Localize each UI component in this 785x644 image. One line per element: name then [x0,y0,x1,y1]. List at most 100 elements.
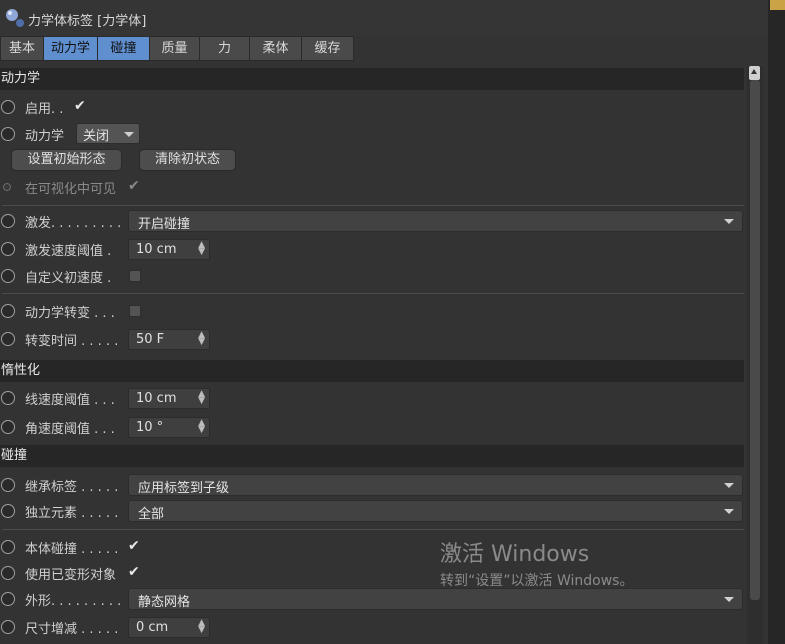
section-header-inertia: 惰性化 [0,360,744,382]
row-dynamics-mode: 动力学 关闭 [0,122,744,146]
row-shape: 外形. . . . . . . . . 静态网格 [0,587,744,611]
dynamics-label: 动力学 [25,129,65,144]
row-inherit-tag: 继承标签 . . . . . 应用标签到子级 [0,473,744,497]
spinner-arrows-icon[interactable]: ▲ ▼ [198,619,205,635]
angular-threshold-value: 10 ° [136,420,164,435]
dynamics-dropdown-value: 关闭 [83,129,110,144]
inherit-tag-dropdown[interactable]: 应用标签到子级 [128,474,743,496]
tab-bar: 基本 动力学 碰撞 质量 力 柔体 缓存 [0,36,354,61]
independent-elements-dropdown[interactable]: 全部 [128,500,743,522]
row-dynamics-transition: 动力学转变 . . . [0,299,744,323]
row-linear-threshold: 线速度阈值 . . . 10 cm ▲ ▼ [0,386,744,410]
size-increment-field[interactable]: 0 cm ▲ ▼ [128,617,210,638]
clear-initial-state-button[interactable]: 清除初状态 [139,149,236,171]
spinner-arrows-icon[interactable]: ▲ ▼ [198,419,205,435]
transition-time-label: 转变时间 . . . . . [25,334,119,349]
tab-force[interactable]: 力 [200,36,250,61]
chevron-down-icon [724,483,734,488]
chevron-down-icon [124,132,134,137]
trigger-speed-value: 10 cm [136,242,177,257]
row-trigger: 激发. . . . . . . . . 开启碰撞 [0,209,744,233]
row-enable: 启用. . ✔ [0,95,744,119]
animate-radio[interactable] [1,540,15,554]
custom-init-checkbox[interactable] [129,270,141,282]
row-size-increment: 尺寸增减 . . . . . 0 cm ▲ ▼ [0,615,744,639]
transition-time-field[interactable]: 50 F ▲ ▼ [128,329,210,350]
animate-radio[interactable] [1,478,15,492]
visible-label: 在可视化中可见 [25,182,117,197]
chevron-down-icon [724,219,734,224]
vertical-scrollbar[interactable] [747,66,763,644]
shape-value: 静态网格 [138,595,191,610]
tab-cache[interactable]: 缓存 [302,36,354,61]
self-collision-label: 本体碰撞 . . . . . [25,542,119,557]
animate-radio[interactable] [1,242,15,256]
chevron-down-icon [724,509,734,514]
spinner-arrows-icon[interactable]: ▲ ▼ [198,331,205,347]
watermark-line-1: 激活 Windows [440,542,590,567]
animate-radio[interactable] [1,100,15,114]
divider [2,529,744,530]
divider [2,293,744,294]
set-initial-state-button[interactable]: 设置初始形态 [11,149,122,171]
chevron-down-icon [724,597,734,602]
size-increment-value: 0 cm [136,620,169,635]
trigger-speed-label: 激发速度阈值 . [25,244,112,259]
row-initial-state-buttons: 设置初始形态 清除初状态 [0,149,744,173]
use-deformed-label: 使用已变形对象 [25,568,117,583]
animate-radio-disabled [3,183,11,191]
dynamics-dropdown[interactable]: 关闭 [76,123,140,144]
trigger-dropdown[interactable]: 开启碰撞 [128,210,743,232]
trigger-dropdown-value: 开启碰撞 [138,217,191,232]
visible-checkbox[interactable]: ✔ [128,178,140,194]
linear-threshold-value: 10 cm [136,391,177,406]
enable-checkbox[interactable]: ✔ [74,98,86,114]
rigid-body-tag-icon [6,9,24,27]
animate-radio[interactable] [1,620,15,634]
row-visible: 在可视化中可见 ✔ [0,175,744,199]
windows-activation-watermark: 激活 Windows 转到“设置”以激活 Windows。 [440,536,633,590]
trigger-speed-field[interactable]: 10 cm ▲ ▼ [128,239,210,260]
linear-threshold-label: 线速度阈值 . . . [25,393,115,408]
tab-dynamics[interactable]: 动力学 [44,36,98,61]
animate-radio[interactable] [1,269,15,283]
panel-highlight [770,0,785,10]
window-title: 力学体标签 [力学体] [28,14,147,29]
shape-dropdown[interactable]: 静态网格 [128,588,743,610]
dyn-transition-label: 动力学转变 . . . [25,306,115,321]
custom-init-label: 自定义初速度 . [25,271,112,286]
row-custom-initial-velocity: 自定义初速度 . [0,264,744,288]
animate-radio[interactable] [1,420,15,434]
tab-collision[interactable]: 碰撞 [98,36,150,61]
spinner-arrows-icon[interactable]: ▲ ▼ [198,390,205,406]
animate-radio[interactable] [1,566,15,580]
enable-label: 启用. . [25,102,64,117]
scroll-up-arrow-icon[interactable] [749,66,760,80]
watermark-line-2: 转到“设置”以激活 Windows。 [440,573,634,589]
linear-threshold-field[interactable]: 10 cm ▲ ▼ [128,388,210,409]
animate-radio[interactable] [1,127,15,141]
self-collision-checkbox[interactable]: ✔ [128,538,140,554]
tab-basic[interactable]: 基本 [0,36,44,61]
animate-radio[interactable] [1,504,15,518]
tab-mass[interactable]: 质量 [150,36,200,61]
use-deformed-checkbox[interactable]: ✔ [128,564,140,580]
adjacent-panel-edge [768,0,785,644]
size-increment-label: 尺寸增减 . . . . . [25,622,119,637]
animate-radio[interactable] [1,391,15,405]
transition-time-value: 50 F [136,332,165,347]
tab-soft-body[interactable]: 柔体 [250,36,302,61]
angular-threshold-field[interactable]: 10 ° ▲ ▼ [128,417,210,438]
animate-radio[interactable] [1,592,15,606]
animate-radio[interactable] [1,332,15,346]
inherit-tag-label: 继承标签 . . . . . [25,480,119,495]
scrollbar-thumb[interactable] [750,80,760,600]
animate-radio[interactable] [1,214,15,228]
dyn-transition-checkbox[interactable] [129,305,141,317]
spinner-arrows-icon[interactable]: ▲ ▼ [198,241,205,257]
independent-elements-value: 全部 [138,507,165,522]
animate-radio[interactable] [1,304,15,318]
divider [2,205,744,206]
row-angular-threshold: 角速度阈值 . . . 10 ° ▲ ▼ [0,415,744,439]
row-trigger-speed: 激发速度阈值 . 10 cm ▲ ▼ [0,237,744,261]
